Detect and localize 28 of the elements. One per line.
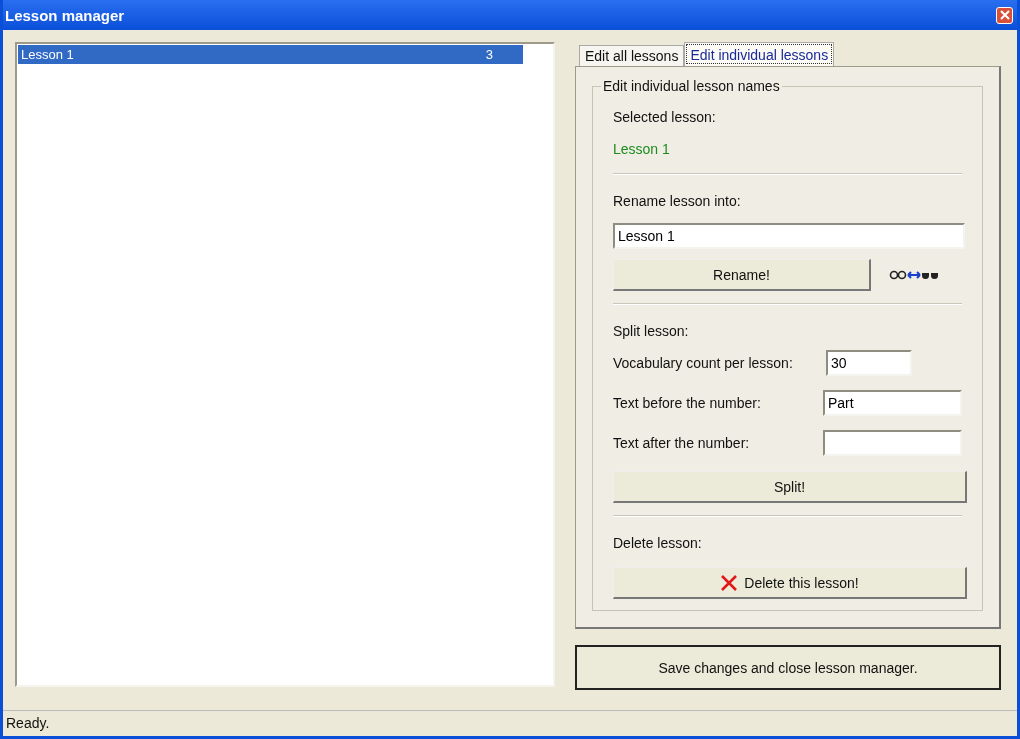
tab[interactable]: Edit individual lessons (684, 42, 835, 66)
split-label: Split lesson: (613, 322, 690, 341)
delete-label: Delete lesson: (613, 534, 703, 553)
status-text: Ready. (6, 715, 50, 731)
tab[interactable]: Edit all lessons (579, 45, 685, 66)
input-field[interactable]: 30 (826, 350, 912, 376)
window-title: Lesson manager (5, 6, 125, 24)
field-label: Text before the number: (613, 395, 762, 411)
lesson-count: 3 (485, 47, 493, 62)
lesson-row[interactable]: Lesson 1 3 (18, 45, 523, 64)
field-label: Text after the number: (613, 435, 751, 451)
selected-lesson-label: Selected lesson: (613, 108, 717, 127)
field-label: Vocabulary count per lesson: (613, 355, 794, 371)
input-field[interactable]: Part (823, 390, 962, 416)
rename-label: Rename lesson into: (613, 192, 742, 211)
close-icon (998, 9, 1011, 21)
rename-field[interactable]: Lesson 1 (613, 223, 965, 249)
group-title: Edit individual lesson names (601, 78, 782, 94)
selected-lesson-value: Lesson 1 (613, 140, 671, 159)
rename-button[interactable]: Rename! (613, 259, 871, 291)
input-field[interactable] (823, 430, 962, 456)
cross-icon (720, 573, 739, 592)
delete-button[interactable]: Delete this lesson! (613, 567, 967, 599)
lesson-name: Lesson 1 (21, 47, 74, 62)
split-button[interactable]: Split! (613, 471, 967, 503)
close-button[interactable] (996, 6, 1013, 24)
save-button[interactable]: Save changes and close lesson manager. (575, 645, 1001, 690)
glasses-swap-icon (889, 268, 939, 282)
